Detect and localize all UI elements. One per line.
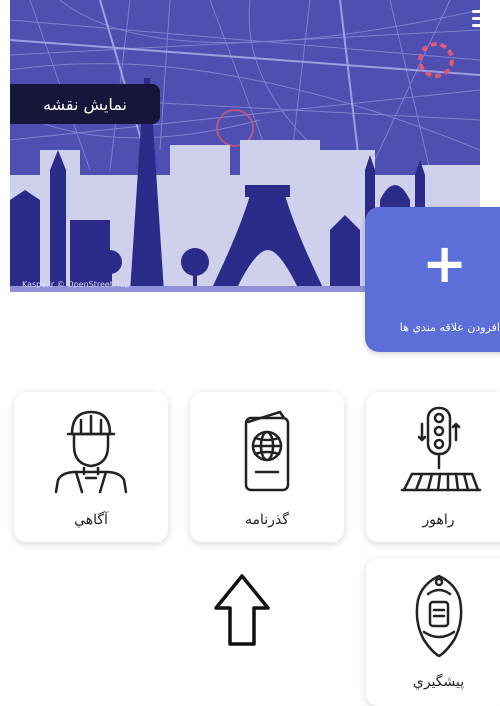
up-arrow-icon [214,574,270,646]
map-credit: Kaspa.ir © OpenStreetMap [22,280,130,289]
prevention-emblem-icon [415,574,462,658]
tile-pishgiri[interactable]: پيشگيري [366,558,500,706]
tile-pishgiri-label: پيشگيري [412,674,465,690]
add-favorites-button[interactable]: + افزودن علاقه مندي ها [365,207,500,352]
tile-rahvar[interactable]: راهور [366,392,500,542]
show-map-button[interactable]: نمایش نقشه [10,84,160,124]
tile-agahi[interactable]: آگاهي [14,392,168,542]
tile-rahvar-label: راهور [422,512,455,528]
passport-icon [244,410,290,492]
add-favorites-label: افزودن علاقه مندي ها [399,321,500,334]
tile-gozarnameh-label: گذرنامه [245,512,289,528]
traffic-light-icon [400,406,481,492]
hamburger-menu-icon[interactable] [470,8,500,30]
tile-agahi-label: آگاهي [74,512,108,528]
plus-icon: + [422,232,468,295]
tile-gozarnameh[interactable]: گذرنامه [190,392,344,542]
police-officer-icon [54,410,128,494]
